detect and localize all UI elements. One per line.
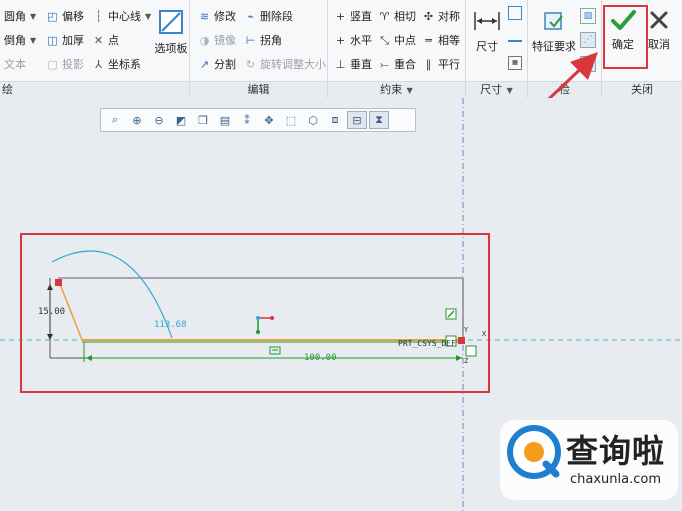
watermark-logo [507, 425, 561, 479]
watermark: 查询啦 chaxunla.com [500, 420, 678, 500]
sketch-highlight [20, 233, 490, 393]
watermark-brand: 查询啦 [566, 432, 666, 470]
watermark-url: chaxunla.com [570, 472, 661, 487]
